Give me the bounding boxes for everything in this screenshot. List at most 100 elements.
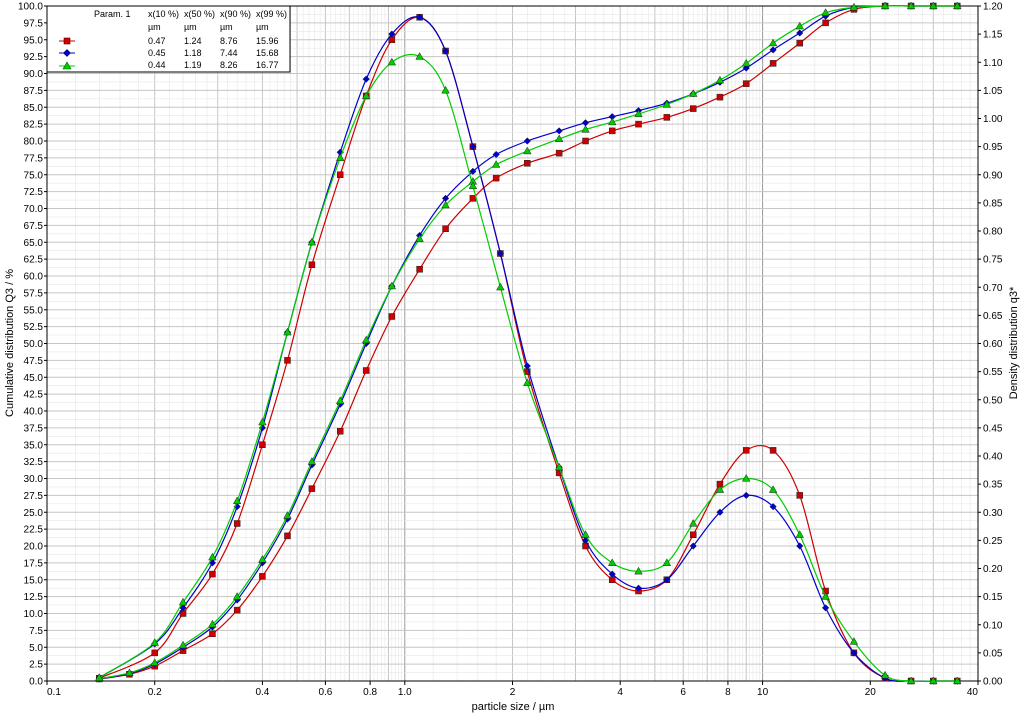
data-point-square (582, 137, 589, 145)
data-point-square (524, 160, 531, 167)
legend: Param. 1 x(10 %) x(50 %) x(90 %) x(99 %)… (46, 5, 291, 73)
legend-header-x50: x(50 %) (184, 9, 215, 19)
y-left-tick-label: 2.5 (29, 660, 43, 671)
y-left-tick-label: 67.5 (24, 221, 44, 232)
y-right-tick-label: 0.55 (983, 367, 1003, 378)
data-point-square (284, 357, 291, 364)
x-tick-label: 1.0 (398, 687, 412, 698)
legend-value: 8.76 (220, 36, 238, 46)
x-tick-label: 0.4 (255, 687, 269, 698)
y-right-tick-label: 0.20 (983, 564, 1003, 575)
y-right-tick-label: 0.10 (983, 620, 1003, 631)
legend-value: 16.77 (256, 60, 279, 70)
y-left-tick-label: 52.5 (24, 322, 44, 333)
y-right-tick-label: 1.10 (983, 58, 1003, 69)
y-left-tick-label: 90.0 (24, 69, 44, 80)
x-tick-label: 10 (757, 687, 769, 698)
x-tick-label: 0.6 (318, 687, 332, 698)
y-left-tick-label: 62.5 (24, 255, 44, 266)
y-left-tick-label: 55.0 (24, 305, 44, 316)
y-left-tick-label: 0.0 (29, 677, 43, 688)
y-left-tick-label: 87.5 (24, 86, 44, 97)
legend-value: 15.68 (256, 48, 279, 58)
y-right-tick-label: 1.20 (983, 2, 1003, 13)
y-left-tick-label: 25.0 (24, 508, 44, 519)
y-left-tick-label: 50.0 (24, 339, 44, 350)
y-right-tick-label: 0.80 (983, 227, 1003, 238)
data-point-square (442, 225, 449, 232)
y-left-tick-label: 15.0 (24, 575, 44, 586)
x-tick-label: 4 (617, 687, 623, 698)
y-right-tick-label: 0.50 (983, 395, 1003, 406)
data-point-square (492, 174, 500, 182)
x-tick-label: 40 (967, 687, 979, 698)
y-left-tick-label: 97.5 (24, 18, 44, 29)
x-tick-label: 0.8 (363, 687, 377, 698)
y-left-tick-label: 45.0 (24, 373, 44, 384)
y-right-tick-label: 1.00 (983, 114, 1003, 125)
y-right-tick-label: 0.35 (983, 480, 1003, 491)
data-point-square (769, 60, 777, 67)
data-point-square (336, 171, 344, 178)
y-left-tick-label: 27.5 (24, 491, 44, 502)
legend-value: 7.44 (220, 48, 238, 58)
legend-unit-x90: µm (220, 22, 233, 32)
y-right-tick-label: 0.25 (983, 536, 1003, 547)
y-left-tick-label: 10.0 (24, 609, 44, 620)
y-right-tick-label: 0.65 (983, 311, 1003, 322)
data-point-square (555, 149, 563, 157)
y-right-tick-label: 0.00 (983, 677, 1003, 688)
legend-value: 0.47 (148, 36, 166, 46)
data-point-square (284, 532, 291, 540)
x-tick-label: 6 (680, 687, 686, 698)
x-tick-label: 20 (865, 687, 877, 698)
y-left-tick-label: 5.0 (29, 643, 43, 654)
legend-square-marker-icon (63, 37, 71, 45)
y-right-tick-label: 0.60 (983, 339, 1003, 350)
y-right-tick-label: 1.05 (983, 86, 1003, 97)
y-right-tick-label: 0.90 (983, 170, 1003, 181)
y-axis-left-label: Cumulative distribution Q3 / % (4, 269, 16, 417)
legend-value: 1.24 (184, 36, 202, 46)
y-right-tick-label: 1.15 (983, 30, 1003, 41)
y-left-tick-label: 7.5 (29, 626, 43, 637)
legend-unit-x99: µm (256, 22, 269, 32)
legend-unit-x50: µm (184, 22, 197, 32)
x-tick-label: 2 (510, 687, 516, 698)
x-tick-label: 0.2 (148, 687, 162, 698)
y-left-tick-label: 20.0 (24, 542, 44, 553)
legend-value: 0.44 (148, 60, 166, 70)
y-right-tick-label: 0.85 (983, 198, 1003, 209)
data-point-square (336, 428, 344, 435)
data-point-square (308, 261, 316, 268)
data-point-square (689, 105, 697, 112)
data-point-square (769, 447, 777, 454)
data-point-square (663, 114, 671, 121)
legend-unit-x10: µm (148, 22, 161, 32)
y-right-tick-label: 0.15 (983, 592, 1003, 603)
y-left-tick-label: 100.0 (18, 2, 43, 13)
y-right-tick-label: 0.75 (983, 255, 1003, 266)
x-tick-label: 8 (725, 687, 731, 698)
y-left-tick-label: 12.5 (24, 592, 44, 603)
y-left-tick-label: 17.5 (24, 558, 44, 569)
data-point-square (308, 485, 316, 492)
y-left-tick-label: 70.0 (24, 204, 44, 215)
y-axis-right-label: Density distribution q3* (1008, 286, 1020, 399)
y-left-tick-label: 35.0 (24, 440, 44, 451)
y-right-tick-label: 0.05 (983, 648, 1003, 659)
data-point-square (689, 531, 697, 538)
y-left-tick-label: 95.0 (24, 35, 44, 46)
legend-value: 8.26 (220, 60, 238, 70)
y-left-tick-label: 37.5 (24, 423, 44, 434)
y-left-tick-label: 60.0 (24, 272, 44, 283)
y-left-tick-label: 22.5 (24, 525, 44, 536)
y-left-tick-label: 75.0 (24, 170, 44, 181)
y-left-tick-label: 72.5 (24, 187, 44, 198)
y-left-tick-label: 92.5 (24, 52, 44, 63)
data-point-square (209, 630, 216, 637)
data-point-square (635, 120, 642, 128)
y-left-tick-label: 32.5 (24, 457, 44, 468)
data-point-square (716, 93, 724, 101)
data-point-square (416, 266, 423, 273)
